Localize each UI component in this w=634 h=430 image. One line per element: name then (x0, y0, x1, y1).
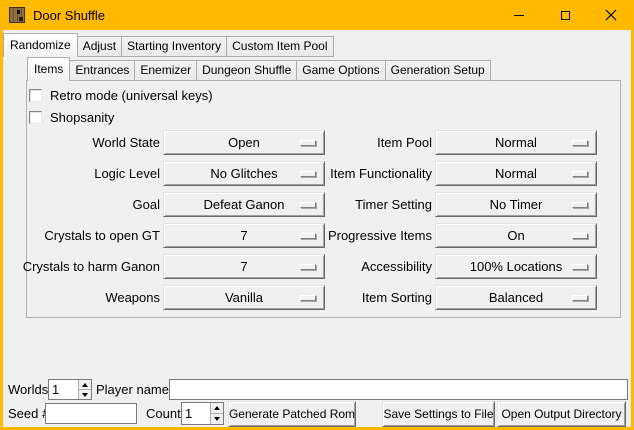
logic-level-label: Logic Level (15, 161, 160, 186)
checkbox-box-icon (29, 111, 42, 124)
titlebar: Door Shuffle (0, 0, 634, 30)
retro-mode-checkbox[interactable]: Retro mode (universal keys) (29, 88, 213, 102)
goal-label: Goal (15, 192, 160, 217)
tab-entrances[interactable]: Entrances (70, 60, 135, 81)
door-shuffle-window: Door Shuffle Randomize Adjust Starting I… (0, 0, 634, 430)
seed-label: Seed # (8, 402, 49, 426)
minimize-icon (514, 15, 524, 16)
worlds-label: Worlds (8, 379, 48, 400)
seed-input[interactable] (45, 403, 137, 424)
item-sorting-dropdown[interactable]: Balanced (435, 285, 597, 310)
item-functionality-dropdown[interactable]: Normal (435, 161, 597, 186)
timer-setting-label: Timer Setting (290, 192, 432, 217)
weapons-label: Weapons (15, 285, 160, 310)
tab-custom-item-pool[interactable]: Custom Item Pool (227, 36, 333, 57)
open-output-directory-button[interactable]: Open Output Directory (497, 401, 626, 427)
timer-setting-dropdown[interactable]: No Timer (435, 192, 597, 217)
shopsanity-label: Shopsanity (50, 110, 114, 125)
player-names-label: Player names (96, 379, 175, 400)
item-pool-label: Item Pool (290, 130, 432, 155)
tab-randomize[interactable]: Randomize (3, 33, 78, 57)
tab-starting-inventory[interactable]: Starting Inventory (122, 36, 227, 57)
maximize-icon (561, 11, 570, 20)
tab-generation-setup[interactable]: Generation Setup (386, 60, 491, 81)
arrow-up-icon (82, 383, 88, 387)
progressive-items-label: Progressive Items (290, 223, 432, 248)
count-spinner (181, 402, 224, 425)
item-sorting-label: Item Sorting (290, 285, 432, 310)
checkbox-box-icon (29, 89, 42, 102)
tab-adjust[interactable]: Adjust (78, 36, 122, 57)
player-names-input[interactable] (169, 379, 628, 400)
count-input[interactable] (182, 403, 210, 424)
crystals-open-gt-label: Crystals to open GT (15, 223, 160, 248)
main-tab-bar: Randomize Adjust Starting Inventory Cust… (3, 33, 334, 57)
arrow-down-icon (82, 393, 88, 397)
dropdown-indicator-icon (572, 295, 588, 301)
save-settings-button[interactable]: Save Settings to File (382, 401, 495, 427)
retro-mode-label: Retro mode (universal keys) (50, 88, 213, 103)
worlds-spinner-up-button[interactable] (79, 380, 91, 389)
progressive-items-dropdown[interactable]: On (435, 223, 597, 248)
dropdown-indicator-icon (572, 140, 588, 146)
arrow-up-icon (214, 406, 220, 410)
sub-tab-bar: Items Entrances Enemizer Dungeon Shuffle… (27, 57, 491, 81)
item-functionality-label: Item Functionality (290, 161, 432, 186)
world-state-label: World State (15, 130, 160, 155)
dropdown-indicator-icon (572, 202, 588, 208)
window-title: Door Shuffle (33, 8, 105, 23)
generate-patched-rom-button[interactable]: Generate Patched Rom (228, 401, 356, 427)
tab-game-options[interactable]: Game Options (297, 60, 385, 81)
dropdown-indicator-icon (572, 233, 588, 239)
accessibility-dropdown[interactable]: 100% Locations (435, 254, 597, 279)
close-button[interactable] (588, 0, 634, 30)
count-label: Count (146, 402, 181, 426)
door-icon (9, 7, 25, 23)
accessibility-label: Accessibility (290, 254, 432, 279)
tab-items[interactable]: Items (27, 57, 70, 81)
crystals-harm-ganon-label: Crystals to harm Ganon (15, 254, 160, 279)
count-spinner-up-button[interactable] (211, 403, 223, 413)
tab-dungeon-shuffle[interactable]: Dungeon Shuffle (197, 60, 297, 81)
window-border-left (0, 30, 3, 427)
arrow-down-icon (214, 417, 220, 421)
maximize-button[interactable] (542, 0, 588, 30)
dropdown-indicator-icon (572, 171, 588, 177)
tab-enemizer[interactable]: Enemizer (135, 60, 197, 81)
minimize-button[interactable] (496, 0, 542, 30)
shopsanity-checkbox[interactable]: Shopsanity (29, 110, 114, 124)
worlds-spinner (48, 379, 92, 400)
dropdown-indicator-icon (572, 264, 588, 270)
count-spinner-down-button[interactable] (211, 413, 223, 424)
close-icon (605, 9, 617, 21)
worlds-input[interactable] (49, 380, 78, 399)
item-pool-dropdown[interactable]: Normal (435, 130, 597, 155)
worlds-spinner-down-button[interactable] (79, 389, 91, 399)
